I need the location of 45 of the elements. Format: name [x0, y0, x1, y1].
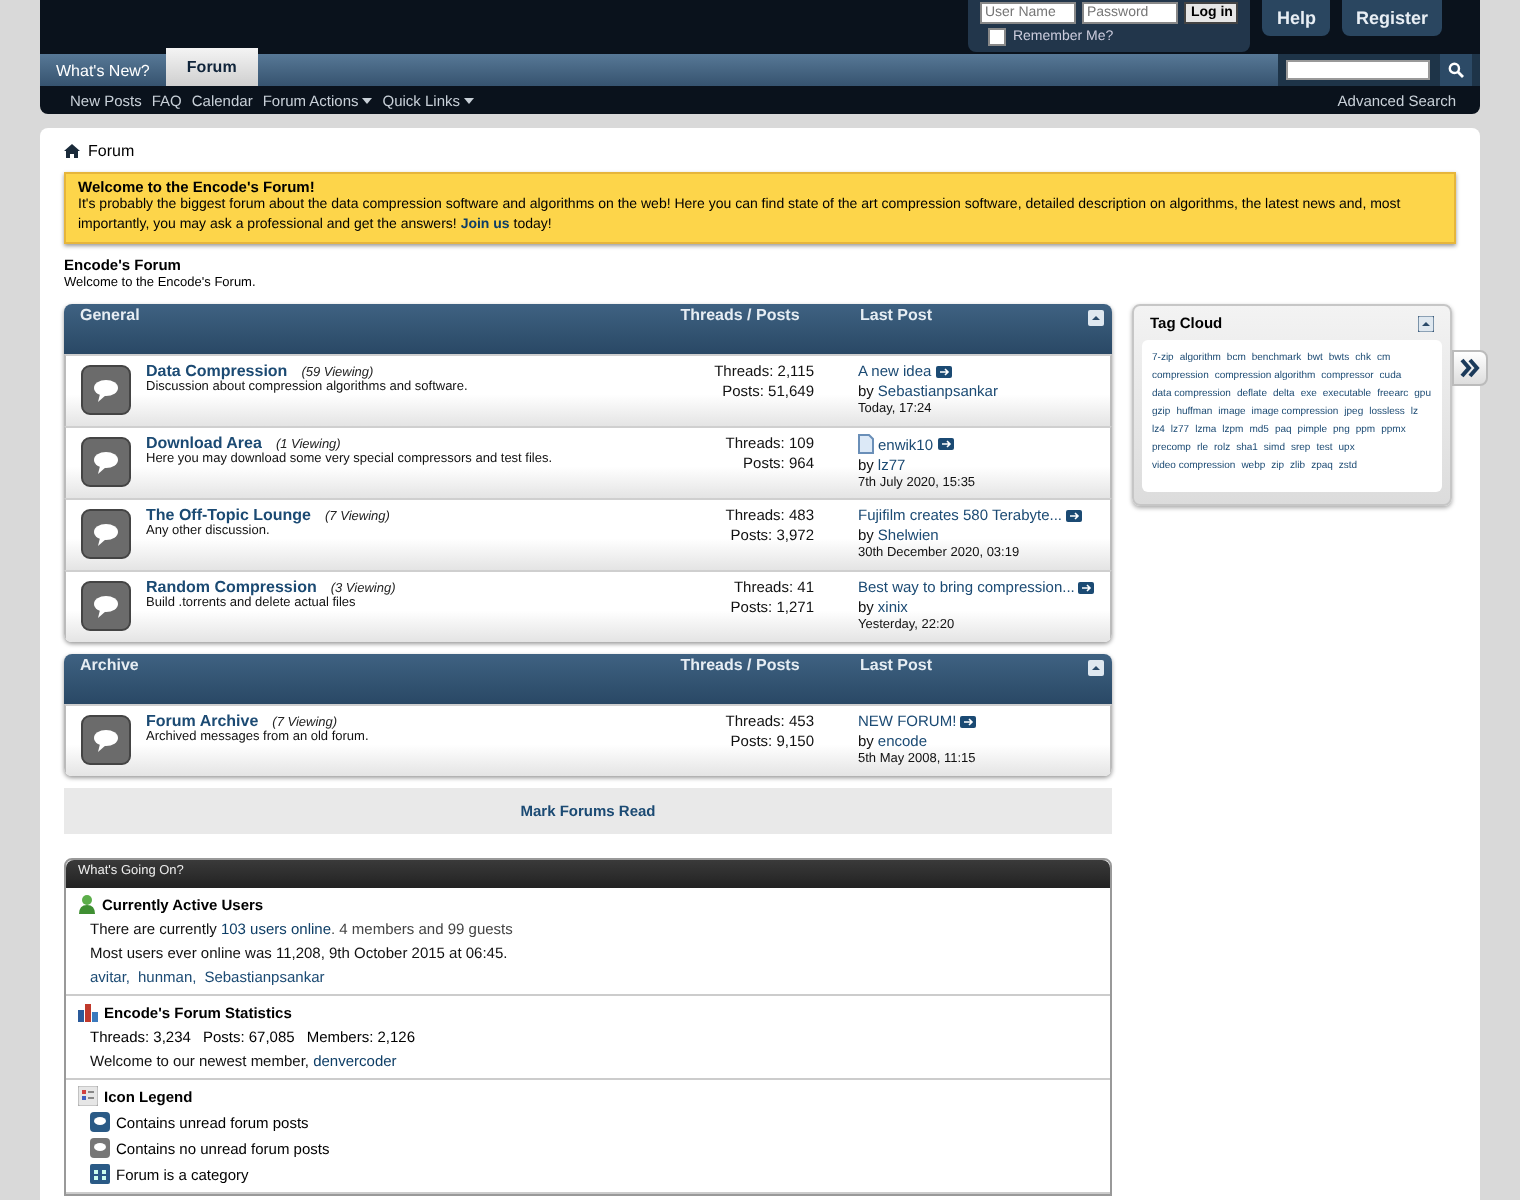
collapse-icon[interactable] — [1088, 660, 1104, 676]
bar-chart-icon — [78, 1002, 98, 1022]
caret-icon — [464, 97, 475, 103]
breadcrumb-link[interactable]: Forum — [88, 142, 135, 160]
home-icon[interactable] — [64, 144, 80, 158]
subforum-link[interactable]: Forum Archive — [146, 712, 259, 730]
go-to-post-icon[interactable] — [1078, 581, 1095, 593]
section-title[interactable]: General — [80, 306, 640, 324]
forum-bubble-icon — [80, 714, 132, 766]
nav-tab[interactable]: What's New? — [44, 54, 162, 86]
remember-checkbox[interactable] — [988, 28, 1007, 46]
user-icon — [78, 894, 96, 914]
go-to-post-icon[interactable] — [937, 438, 954, 450]
nav-tab[interactable]: Forum — [165, 48, 258, 86]
legend-icon — [78, 1086, 98, 1106]
search-field[interactable] — [1286, 60, 1430, 80]
read-bubble-icon — [90, 1138, 110, 1158]
go-to-post-icon[interactable] — [935, 365, 952, 377]
header-button[interactable]: Register — [1341, 0, 1442, 36]
collapse-icon[interactable] — [1088, 310, 1104, 326]
forum-bubble-icon — [80, 508, 132, 560]
unread-bubble-icon — [90, 1112, 110, 1132]
forum-bubble-icon — [80, 436, 132, 488]
header-button[interactable]: Help — [1262, 0, 1330, 36]
subforum-link[interactable]: Random Compression — [146, 578, 317, 596]
go-to-post-icon[interactable] — [960, 715, 977, 727]
subforum-link[interactable]: Data Compression — [146, 362, 288, 380]
subforum-link[interactable]: The Off-Topic Lounge — [146, 506, 312, 524]
category-grid-icon — [90, 1164, 110, 1184]
sidebar-toggle-button[interactable] — [1452, 350, 1488, 386]
column-heading: Last Post — [860, 656, 935, 674]
column-heading: Last Post — [860, 306, 935, 324]
document-icon — [858, 434, 874, 454]
double-chevron-icon — [1460, 358, 1480, 378]
column-heading: Threads / Posts — [678, 306, 802, 326]
go-to-post-icon[interactable] — [1066, 509, 1082, 521]
subforum-link[interactable]: Download Area — [146, 434, 262, 452]
section-title[interactable]: Archive — [80, 656, 640, 674]
caret-icon — [362, 97, 373, 103]
collapse-icon[interactable] — [1418, 315, 1434, 331]
search-button[interactable] — [1440, 54, 1472, 86]
forum-bubble-icon — [80, 580, 132, 632]
search-icon — [1448, 62, 1464, 78]
column-heading: Threads / Posts — [678, 656, 802, 676]
forum-bubble-icon — [80, 364, 132, 416]
